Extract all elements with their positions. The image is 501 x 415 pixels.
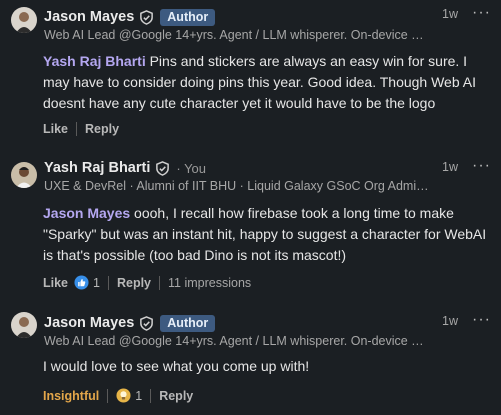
avatar-jason-mayes[interactable] <box>11 7 37 33</box>
divider <box>107 275 109 290</box>
more-options-icon[interactable]: ··· <box>472 4 491 22</box>
avatar-yash-raj-bharti[interactable] <box>11 162 37 188</box>
commenter-name[interactable]: Yash Raj Bharti <box>44 160 150 176</box>
impressions-count[interactable]: 11 impressions <box>168 276 251 290</box>
commenter-headline: UXE & DevRel · Alumni of IIT BHU · Liqui… <box>44 179 429 193</box>
avatar-jason-mayes[interactable] <box>11 312 37 338</box>
lightbulb-icon[interactable] <box>116 388 131 403</box>
more-options-icon[interactable]: ··· <box>472 157 491 175</box>
divider <box>107 388 109 403</box>
author-badge: Author <box>160 8 216 26</box>
comment-text: Yash Raj Bharti Pins and stickers are al… <box>43 53 476 111</box>
reaction-count[interactable]: 1 <box>135 389 142 403</box>
commenter-name[interactable]: Jason Mayes <box>44 315 134 331</box>
insightful-reaction-label[interactable]: Insightful <box>43 389 99 403</box>
reaction-count[interactable]: 1 <box>93 276 100 290</box>
mention-link[interactable]: Yash Raj Bharti <box>43 53 146 69</box>
like-button[interactable]: Like <box>43 276 68 290</box>
reply-button[interactable]: Reply <box>85 122 119 136</box>
verified-shield-icon <box>139 9 154 25</box>
divider <box>150 388 152 403</box>
comment-text: I would love to see what you come up wit… <box>43 358 310 374</box>
comment-time: 1w <box>442 314 458 328</box>
commenter-name[interactable]: Jason Mayes <box>44 9 134 25</box>
more-options-icon[interactable]: ··· <box>472 311 491 329</box>
comment-text: Jason Mayes oooh, I recall how firebase … <box>43 205 487 263</box>
comment-time: 1w <box>442 160 458 174</box>
like-button[interactable]: Like <box>43 122 68 136</box>
divider <box>76 122 78 136</box>
thumbs-up-icon[interactable] <box>74 275 89 290</box>
you-label: · You <box>176 160 207 176</box>
divider <box>159 275 161 290</box>
verified-shield-icon <box>139 315 154 331</box>
commenter-headline: Web AI Lead @Google 14+yrs. Agent / LLM … <box>44 28 424 42</box>
reply-button[interactable]: Reply <box>117 276 151 290</box>
comment-time: 1w <box>442 7 458 21</box>
mention-link[interactable]: Jason Mayes <box>43 205 130 221</box>
reply-button[interactable]: Reply <box>159 389 193 403</box>
commenter-headline: Web AI Lead @Google 14+yrs. Agent / LLM … <box>44 334 424 348</box>
author-badge: Author <box>160 314 216 332</box>
verified-shield-icon <box>155 160 170 176</box>
